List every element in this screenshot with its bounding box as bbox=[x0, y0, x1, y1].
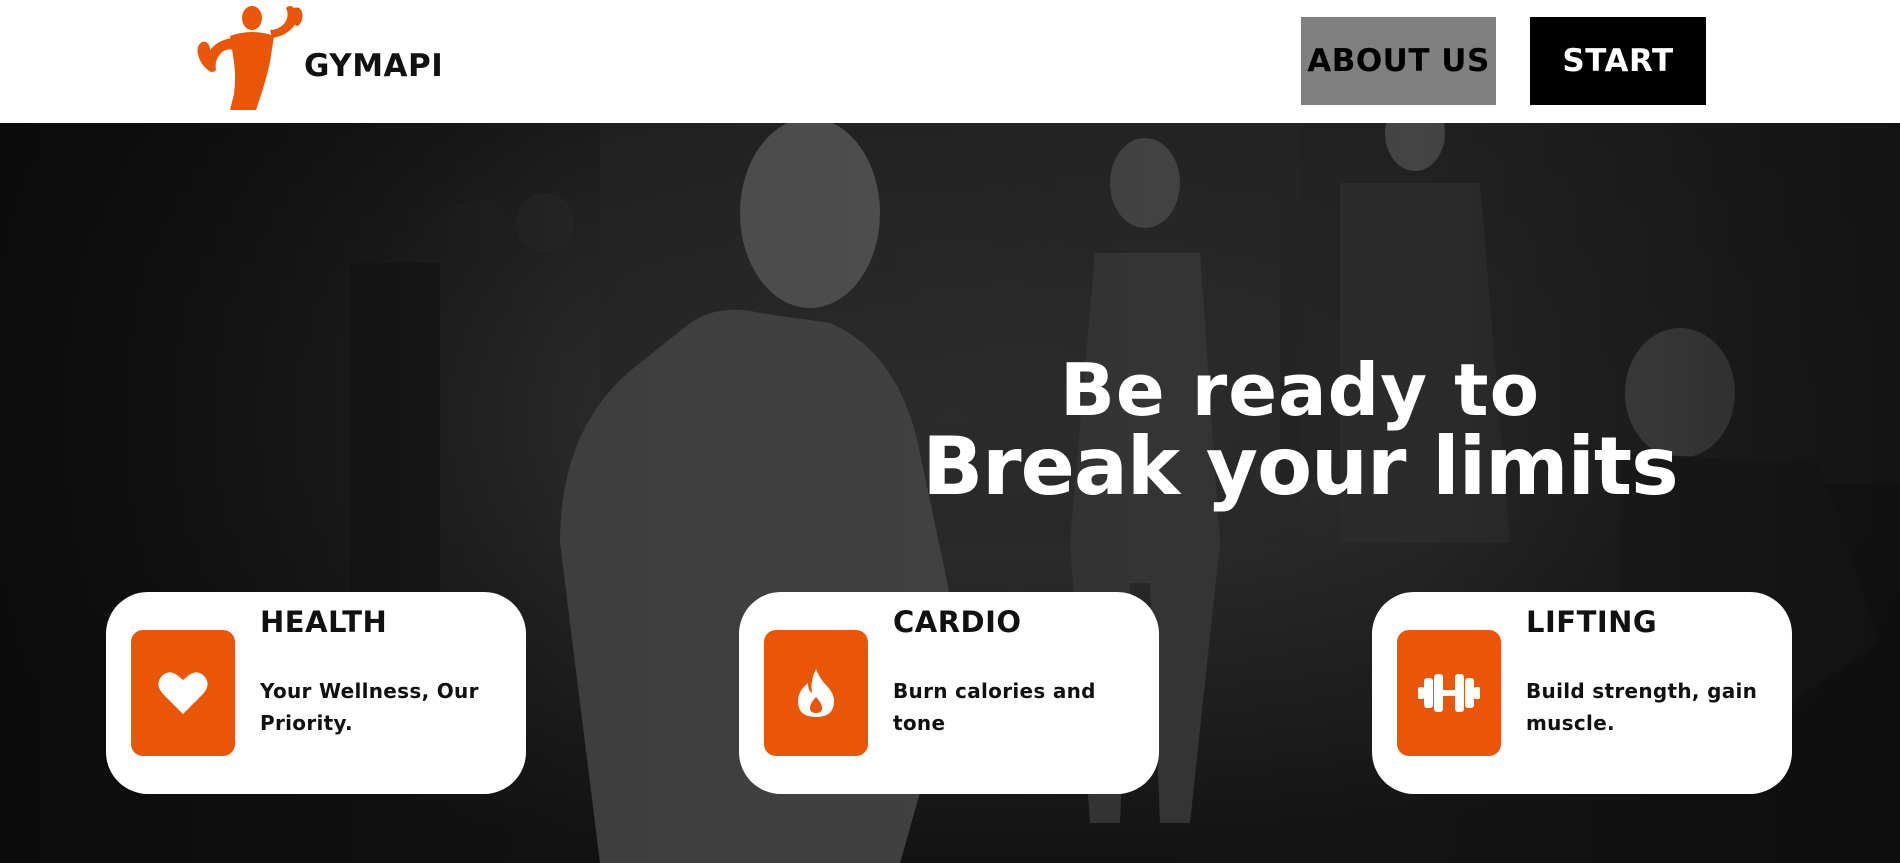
feature-description: Burn calories and tone bbox=[893, 679, 1096, 735]
dumbbell-icon bbox=[1397, 630, 1501, 756]
landing-page: GYMAPI ABOUT US START Be ready to Break … bbox=[0, 0, 1900, 863]
feature-title: CARDIO bbox=[893, 605, 1022, 639]
feature-description: Your Wellness, Our Priority. bbox=[260, 679, 479, 735]
heart-icon bbox=[131, 630, 235, 756]
site-header: GYMAPI ABOUT US START bbox=[0, 0, 1900, 123]
hero-headline-line-2: Break your limits bbox=[922, 420, 1679, 513]
feature-description: Build strength, gain muscle. bbox=[1526, 679, 1758, 735]
feature-card-health[interactable]: HEALTH Your Wellness, Our Priority. bbox=[106, 592, 526, 794]
hero-headline-line-1: Be ready to bbox=[1059, 348, 1541, 432]
flexing-athlete-icon[interactable] bbox=[196, 4, 306, 110]
brand-name: GYMAPI bbox=[304, 48, 444, 84]
hero-section: Be ready to Break your limits HEALTH You… bbox=[0, 123, 1900, 863]
start-button[interactable]: START bbox=[1530, 17, 1706, 105]
hero-headline: Be ready to Break your limits bbox=[900, 353, 1700, 507]
flame-icon bbox=[764, 630, 868, 756]
feature-card-cardio[interactable]: CARDIO Burn calories and tone bbox=[739, 592, 1159, 794]
about-us-button[interactable]: ABOUT US bbox=[1301, 17, 1496, 105]
feature-card-lifting[interactable]: LIFTING Build strength, gain muscle. bbox=[1372, 592, 1792, 794]
feature-title: HEALTH bbox=[260, 605, 388, 639]
feature-title: LIFTING bbox=[1526, 605, 1658, 639]
